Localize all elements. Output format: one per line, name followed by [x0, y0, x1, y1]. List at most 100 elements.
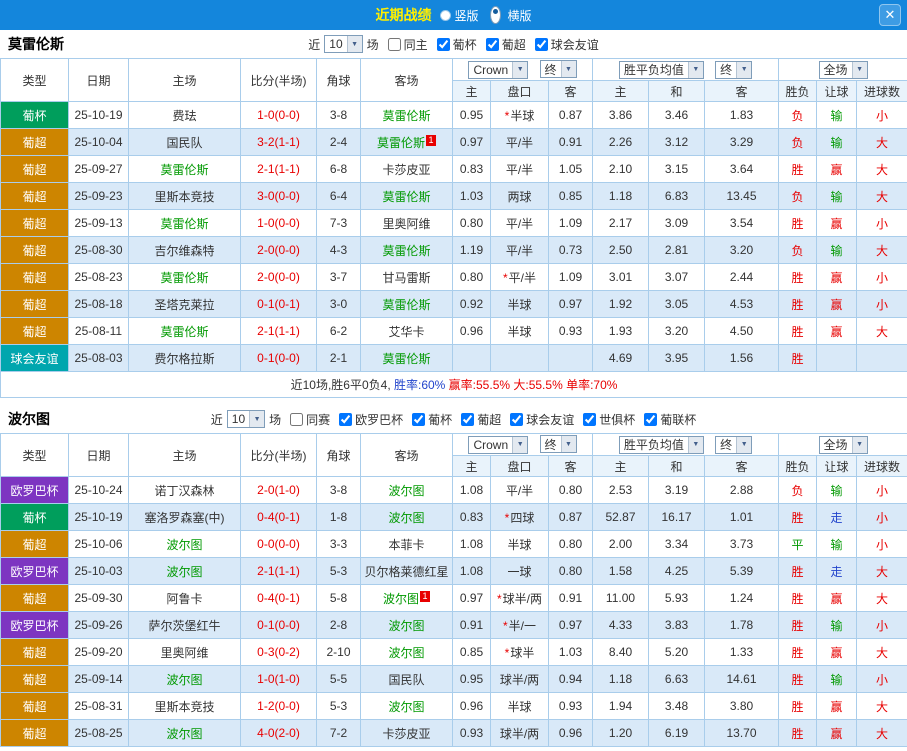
filter-option[interactable]: 球会友谊: [534, 36, 599, 53]
wdl-final-select[interactable]: 终 ▼: [715, 435, 753, 454]
team-name: 莫雷伦斯: [160, 270, 209, 285]
result-wdl-cell: 胜: [778, 209, 818, 237]
filter-checkbox[interactable]: [387, 37, 401, 51]
filter-checkbox[interactable]: [461, 412, 475, 426]
match-row: 葡超 25-08-23 莫雷伦斯 2-0(0-0) 3-7 甘马雷斯 0.80 *平/半 1.0…: [0, 263, 907, 291]
filter-option[interactable]: 欧罗巴杯: [339, 411, 403, 428]
filter-option[interactable]: 葡杯: [412, 411, 452, 428]
match-date: 25-09-26: [68, 611, 129, 639]
page-title: 近期战绩: [375, 7, 432, 23]
home-team-cell: 里奥阿维: [128, 638, 241, 666]
filter-option[interactable]: 同主: [387, 36, 428, 53]
odds-final-select[interactable]: 终 ▼: [539, 435, 577, 454]
home-team-cell: 吉尔维森特: [128, 236, 241, 264]
result-handicap-cell: 赢: [816, 584, 858, 612]
odds-company-select[interactable]: Crown ▼: [468, 435, 529, 454]
star-marker: *: [504, 645, 510, 660]
star-marker: *: [502, 270, 508, 285]
chevron-down-icon: ▼: [560, 61, 576, 78]
odds-home-cell: 0.95: [452, 101, 491, 129]
odds-company-select[interactable]: Crown ▼: [468, 60, 529, 79]
team-name: 莫雷伦斯: [382, 297, 431, 312]
wdl-average-select[interactable]: 胜平负均值 ▼: [618, 435, 704, 454]
odds-away-cell: 0.93: [548, 317, 593, 345]
team-name: 甘马雷斯: [382, 270, 431, 285]
result-handicap-cell: 输: [816, 665, 858, 693]
wdl-away-cell: 14.61: [703, 665, 780, 693]
matches-label: 场: [366, 37, 379, 52]
layout-vertical-option[interactable]: 竖版: [440, 7, 479, 24]
filter-option[interactable]: 葡超: [461, 411, 501, 428]
result-wdl-cell: 胜: [778, 692, 818, 720]
home-team-cell: 波尔图: [128, 665, 241, 693]
match-count-select[interactable]: 10 ▼: [226, 410, 266, 428]
filter-checkbox[interactable]: [290, 412, 304, 426]
close-button[interactable]: ✕: [879, 4, 901, 26]
result-goals-cell: 大: [856, 638, 907, 666]
wdl-away-cell: 2.44: [703, 263, 780, 291]
wdl-average-select[interactable]: 胜平负均值 ▼: [618, 60, 704, 79]
wdl-final-select[interactable]: 终 ▼: [715, 60, 753, 79]
wdl-home-cell: 1.92: [592, 290, 649, 318]
filter-checkbox[interactable]: [436, 37, 450, 51]
wdl-draw-cell: 5.93: [648, 584, 705, 612]
match-row: 球会友谊 25-08-03 费尔格拉斯 0-1(0-0) 2-1 莫雷伦斯 4.69 3.95…: [0, 344, 907, 372]
corners-cell: 2-8: [316, 611, 361, 639]
filter-option[interactable]: 同赛: [290, 411, 330, 428]
result-goals-cell: 大: [856, 692, 907, 720]
layout-horizontal-option[interactable]: 横版: [486, 6, 532, 24]
odds-final-select[interactable]: 终 ▼: [539, 60, 577, 79]
team-name: 莫雷伦斯: [382, 189, 431, 204]
filter-option[interactable]: 葡联杯: [644, 411, 696, 428]
wdl-home-cell: 2.26: [592, 128, 649, 156]
filter-checkbox[interactable]: [644, 412, 658, 426]
team-name: 莫雷伦斯: [160, 162, 209, 177]
odds-home-cell: 1.08: [452, 557, 491, 585]
result-goals-cell: 小: [856, 503, 907, 531]
handicap-cell: 平/半: [490, 128, 549, 156]
filter-option[interactable]: 葡杯: [436, 36, 477, 53]
team-name: 波尔图: [166, 726, 203, 741]
odds-home-cell: 0.93: [452, 719, 491, 747]
away-team-cell: 波尔图: [360, 692, 453, 720]
handicap-cell: [490, 344, 549, 372]
filter-checkbox[interactable]: [583, 412, 597, 426]
match-date: 25-09-23: [68, 182, 129, 210]
team-name: 波尔图: [388, 510, 425, 525]
filter-option[interactable]: 世俱杯: [583, 411, 635, 428]
wdl-home-cell: 2.10: [592, 155, 649, 183]
filter-checkbox[interactable]: [485, 37, 499, 51]
competition-type: 葡超: [0, 317, 69, 345]
result-goals-cell: 大: [856, 584, 907, 612]
chevron-down-icon: ▼: [560, 436, 576, 453]
filter-option[interactable]: 葡超: [485, 36, 526, 53]
match-date: 25-08-31: [68, 692, 129, 720]
scope-select[interactable]: 全场 ▼: [818, 60, 868, 79]
competition-type: 葡超: [0, 584, 69, 612]
match-date: 25-10-03: [68, 557, 129, 585]
wdl-home-cell: 2.17: [592, 209, 649, 237]
odds-away-cell: 1.05: [548, 155, 593, 183]
home-team-cell: 费珐: [128, 101, 241, 129]
wdl-away-cell: 4.50: [703, 317, 780, 345]
result-goals-cell: 大: [856, 236, 907, 264]
match-count-select[interactable]: 10 ▼: [324, 35, 363, 53]
team-name: 波尔图: [388, 618, 425, 633]
wdl-home-cell: 11.00: [592, 584, 649, 612]
wdl-away-cell: 3.64: [703, 155, 780, 183]
filter-checkbox[interactable]: [339, 412, 353, 426]
match-row: 葡超 25-09-20 里奥阿维 0-3(0-2) 2-10 波尔图 0.85 *球半 1.03…: [0, 638, 907, 666]
odds-away-cell: 1.03: [548, 638, 593, 666]
filter-checkbox[interactable]: [510, 412, 524, 426]
team-name: 国民队: [388, 672, 425, 687]
scope-select[interactable]: 全场 ▼: [818, 435, 868, 454]
filter-option[interactable]: 球会友谊: [510, 411, 574, 428]
result-handicap-cell: 输: [816, 236, 858, 264]
scope-group-header: 全场 ▼: [778, 58, 907, 81]
away-team-cell: 本菲卡: [360, 530, 453, 558]
filter-checkbox[interactable]: [412, 412, 426, 426]
handicap-cell: 半球: [490, 317, 549, 345]
filter-checkbox[interactable]: [534, 37, 548, 51]
col-date: 日期: [68, 433, 129, 477]
chevron-down-icon: ▼: [512, 61, 528, 78]
